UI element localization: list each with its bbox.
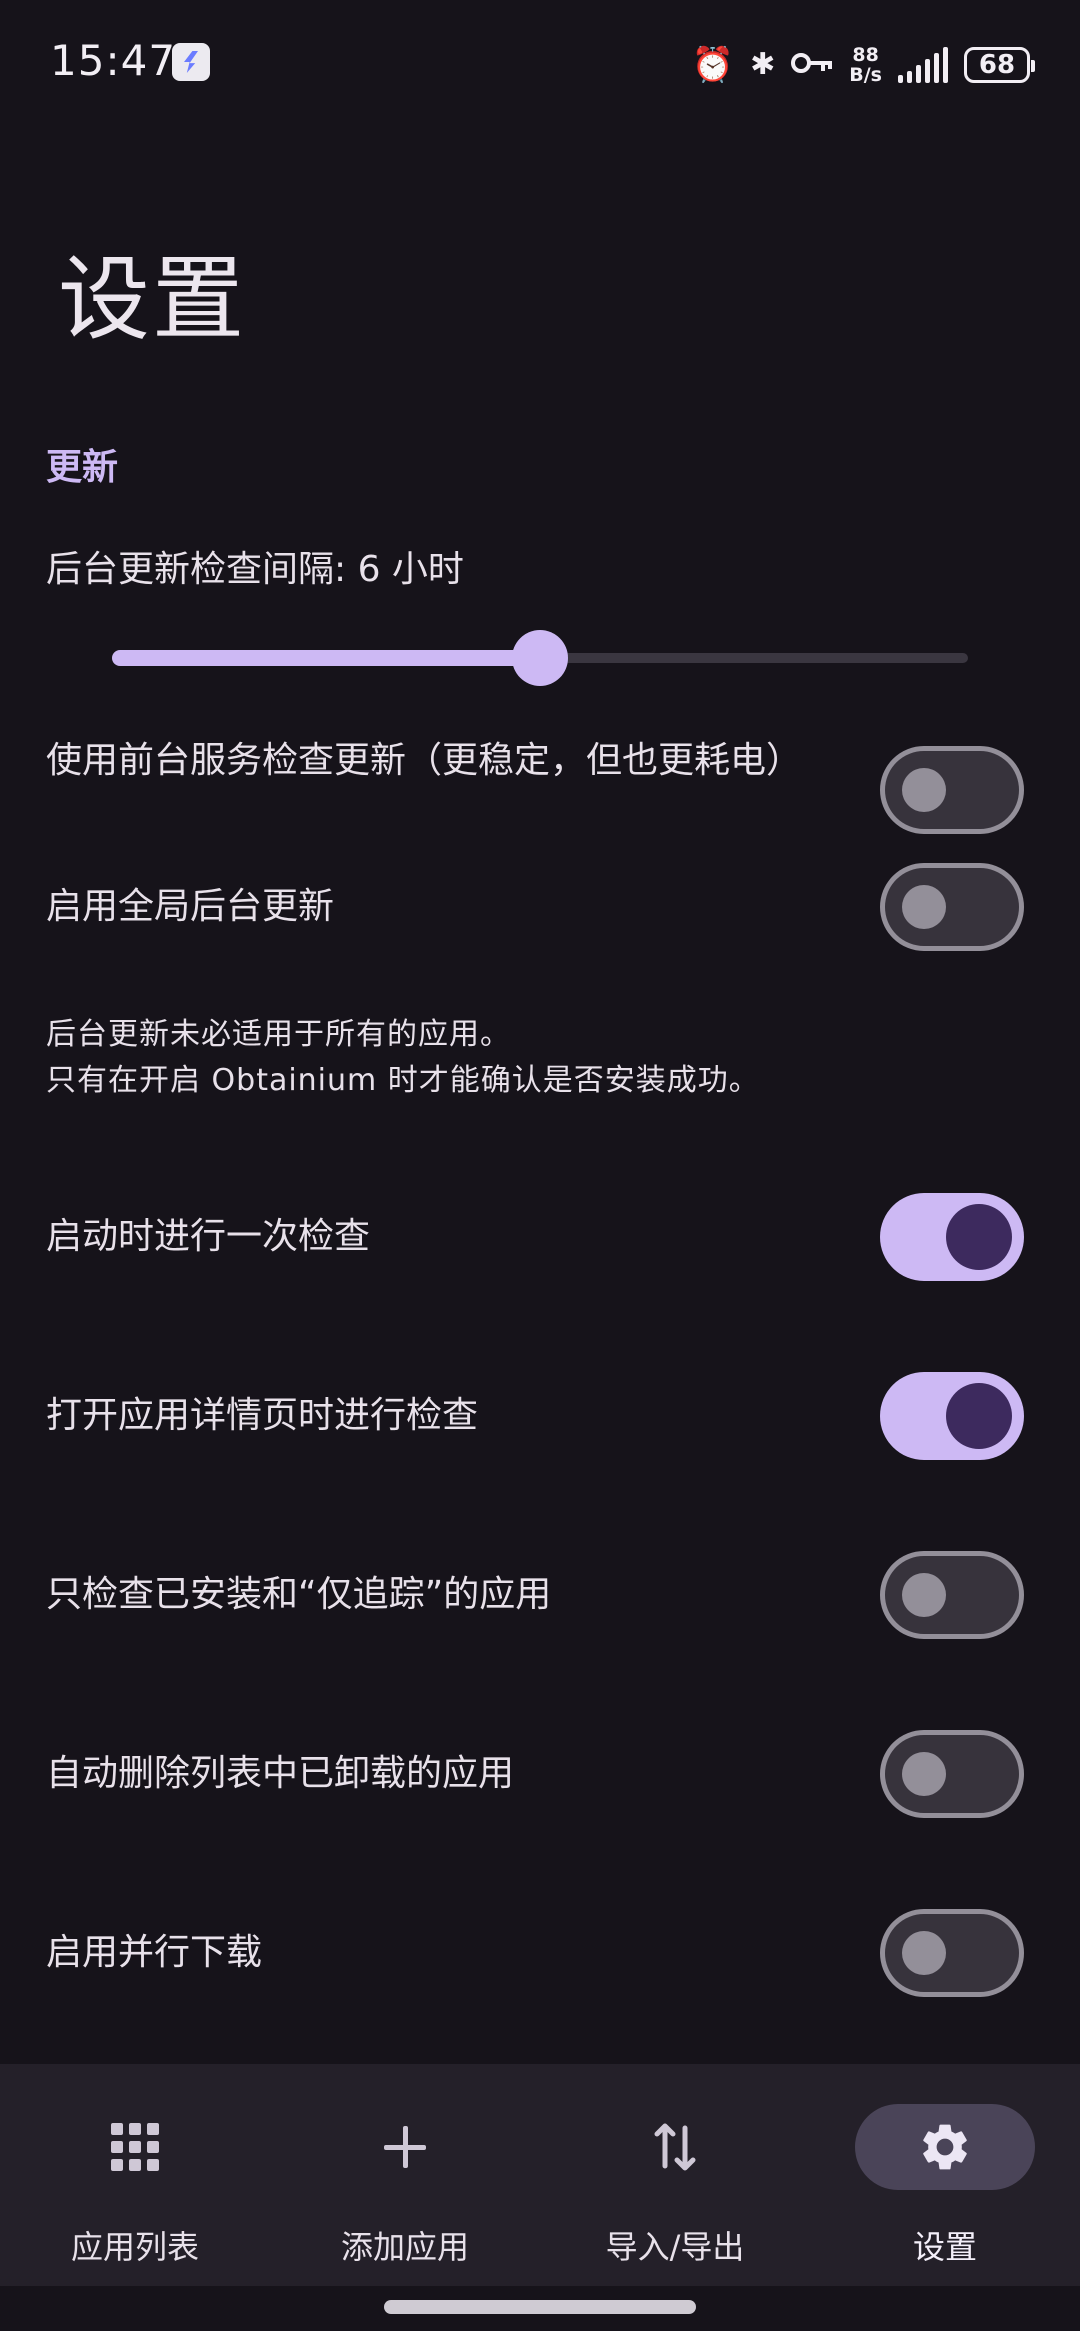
toggle-check-on-start[interactable]	[880, 1193, 1024, 1281]
signal-icon	[898, 47, 948, 83]
import-export-icon	[654, 2123, 696, 2171]
slider-thumb[interactable]	[512, 630, 568, 686]
settings-screen: 15:47 ⏰ ✱ 88 B/s 68 设置 更新 后台更新检查间隔: 6 小时…	[0, 0, 1080, 2331]
toggle-global-background-update[interactable]	[880, 863, 1024, 951]
nav-label: 导入/导出	[605, 2228, 745, 2266]
setting-label: 启用并行下载	[46, 1932, 263, 1973]
status-bar: 15:47 ⏰ ✱ 88 B/s 68	[0, 0, 1080, 124]
obtainium-notification-icon	[172, 43, 210, 81]
update-interval-slider[interactable]	[112, 630, 968, 686]
plus-icon	[384, 2126, 426, 2168]
background-update-note: 后台更新未必适用于所有的应用。 只有在开启 Obtainium 时才能确认是否安…	[46, 1012, 760, 1104]
nav-label: 设置	[912, 2228, 977, 2266]
nav-icon-container	[855, 2104, 1035, 2190]
section-header-update: 更新	[46, 447, 119, 488]
toggle-knob	[902, 768, 946, 812]
toggle-knob	[902, 885, 946, 929]
battery-icon: 68	[964, 47, 1035, 83]
toggle-only-installed-tracked[interactable]	[880, 1551, 1024, 1639]
nav-icon-container	[45, 2104, 225, 2190]
update-interval-label: 后台更新检查间隔: 6 小时	[46, 549, 464, 590]
bluetooth-icon: ✱	[750, 47, 776, 82]
setting-label: 启动时进行一次检查	[46, 1216, 371, 1257]
net-speed: 88 B/s	[849, 45, 882, 85]
setting-label: 打开应用详情页时进行检查	[46, 1395, 479, 1436]
nav-add-app[interactable]: 添加应用	[270, 2064, 540, 2286]
nav-label: 添加应用	[340, 2228, 469, 2266]
toggle-knob	[902, 1573, 946, 1617]
nav-icon-container	[315, 2104, 495, 2190]
nav-icon-container	[585, 2104, 765, 2190]
setting-label: 启用全局后台更新	[46, 886, 335, 927]
toggle-foreground-service[interactable]	[880, 746, 1024, 834]
toggle-knob	[902, 1931, 946, 1975]
setting-label: 只检查已安装和“仅追踪”的应用	[46, 1574, 552, 1615]
net-speed-value: 88	[852, 44, 879, 66]
setting-label: 自动删除列表中已卸载的应用	[46, 1753, 515, 1794]
note-line-2: 只有在开启 Obtainium 时才能确认是否安装成功。	[46, 1063, 760, 1098]
toggle-parallel-downloads[interactable]	[880, 1909, 1024, 1997]
toggle-knob	[946, 1383, 1012, 1449]
nav-settings[interactable]: 设置	[810, 2064, 1080, 2286]
slider-fill	[112, 650, 540, 666]
status-time: 15:47	[50, 36, 177, 85]
home-indicator[interactable]	[384, 2300, 696, 2314]
key-icon	[791, 50, 833, 80]
nav-import-export[interactable]: 导入/导出	[540, 2064, 810, 2286]
apps-grid-icon	[111, 2123, 159, 2171]
net-speed-unit: B/s	[849, 64, 882, 86]
toggle-check-on-detail-page[interactable]	[880, 1372, 1024, 1460]
note-line-1: 后台更新未必适用于所有的应用。	[46, 1017, 511, 1052]
nav-apps[interactable]: 应用列表	[0, 2064, 270, 2286]
gear-icon	[917, 2119, 973, 2175]
alarm-icon: ⏰	[691, 45, 735, 85]
status-icons: ⏰ ✱ 88 B/s 68	[691, 40, 1035, 90]
battery-level: 68	[978, 50, 1016, 80]
page-title: 设置	[58, 246, 247, 353]
toggle-knob	[902, 1752, 946, 1796]
toggle-auto-remove-uninstalled[interactable]	[880, 1730, 1024, 1818]
bottom-navigation: 应用列表 添加应用 导入/导出 设置	[0, 2064, 1080, 2286]
toggle-knob	[946, 1204, 1012, 1270]
setting-label: 使用前台服务检查更新（更稳定，但也更耗电）	[46, 740, 803, 781]
nav-label: 应用列表	[70, 2228, 199, 2266]
